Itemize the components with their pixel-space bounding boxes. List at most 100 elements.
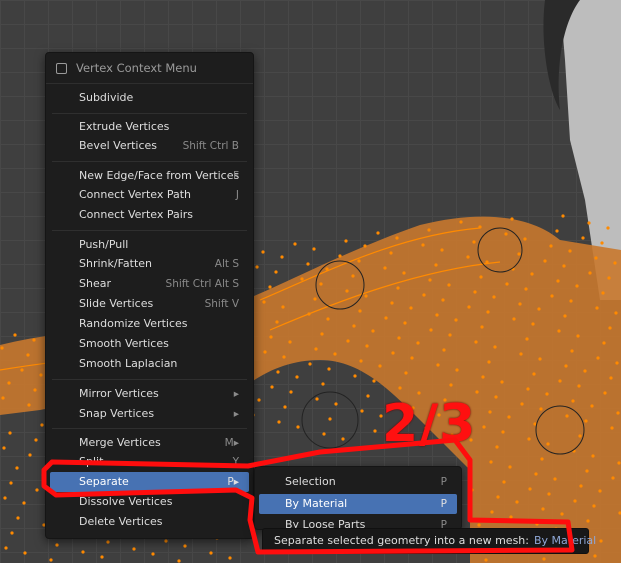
menu-item-shrink-fatten[interactable]: Shrink/Fatten Alt S	[50, 254, 249, 274]
submenu-item-by-material[interactable]: By Material P	[259, 494, 457, 514]
vertex-point	[603, 391, 607, 395]
menu-item-extrude-vertices[interactable]: Extrude Vertices	[50, 117, 249, 137]
vertex-point	[366, 394, 370, 398]
menu-item-snap-vertices[interactable]: Snap Vertices ▸	[50, 404, 249, 424]
vertex-point	[550, 294, 554, 298]
vertex-point	[282, 355, 286, 359]
vertex-point	[402, 271, 406, 275]
menu-item-dissolve-vertices[interactable]: Dissolve Vertices	[50, 492, 249, 512]
vertex-point	[586, 519, 590, 523]
vertex-point	[512, 317, 516, 321]
vertex-point	[314, 347, 318, 351]
menu-item-smooth-vertices[interactable]: Smooth Vertices	[50, 334, 249, 354]
vertex-point	[477, 523, 481, 527]
menu-item-bevel-vertices[interactable]: Bevel Vertices Shift Ctrl B	[50, 136, 249, 156]
menu-item-slide-vertices[interactable]: Slide Vertices Shift V	[50, 294, 249, 314]
vertex-point	[373, 429, 377, 433]
menu-item-label: Push/Pull	[79, 238, 129, 251]
vertex-point	[132, 547, 136, 551]
menu-item-push-pull[interactable]: Push/Pull	[50, 235, 249, 255]
context-menu-title: Vertex Context Menu	[76, 61, 197, 75]
vertex-point	[584, 419, 588, 423]
vertex-point	[532, 372, 536, 376]
vertex-point	[403, 321, 407, 325]
vertex-point	[585, 469, 589, 473]
vertex-point	[320, 332, 324, 336]
menu-item-label: Subdivide	[79, 91, 134, 104]
vertex-point	[467, 305, 471, 309]
vertex-point	[538, 357, 542, 361]
vertex-point	[26, 353, 30, 357]
vertex-point	[560, 512, 564, 516]
vertex-point	[549, 244, 553, 248]
menu-item-split[interactable]: Split Y	[50, 452, 249, 472]
menu-item-mirror-vertices[interactable]: Mirror Vertices ▸	[50, 384, 249, 404]
vertex-point	[404, 371, 408, 375]
vertex-point	[520, 402, 524, 406]
vertex-point	[480, 325, 484, 329]
vertex-point	[363, 244, 367, 248]
vertex-point	[409, 306, 413, 310]
vertex-point	[561, 214, 565, 218]
step-annotation-label: 2/3	[382, 394, 477, 454]
menu-item-connect-vertex-pairs[interactable]: Connect Vertex Pairs	[50, 205, 249, 225]
vertex-point	[312, 247, 316, 251]
vertex-point	[454, 318, 458, 322]
menu-item-smooth-laplacian[interactable]: Smooth Laplacian	[50, 354, 249, 374]
vertex-point	[4, 546, 8, 550]
vertex-point	[614, 311, 618, 315]
vertex-point	[557, 329, 561, 333]
vertex-point	[288, 340, 292, 344]
vertex-point	[410, 356, 414, 360]
menu-item-subdivide[interactable]: Subdivide	[50, 88, 249, 108]
vertex-point	[545, 392, 549, 396]
menu-separator	[52, 230, 247, 231]
vertex-point	[601, 291, 605, 295]
vertex-point	[429, 328, 433, 332]
vertex-point	[607, 276, 611, 280]
vertex-point	[358, 309, 362, 313]
vertex-point	[449, 383, 453, 387]
vertex-point	[352, 324, 356, 328]
vertex-point	[578, 434, 582, 438]
vertex-point	[372, 379, 376, 383]
vertex-point	[517, 252, 521, 256]
menu-item-merge-vertices[interactable]: Merge Vertices M▸	[50, 433, 249, 453]
menu-item-label: Randomize Vertices	[79, 317, 188, 330]
menu-item-label: Bevel Vertices	[79, 139, 158, 152]
menu-item-shear[interactable]: Shear Shift Ctrl Alt S	[50, 274, 249, 294]
vertex-point	[346, 339, 350, 343]
vertex-point	[315, 397, 319, 401]
vertex-point	[416, 341, 420, 345]
vertex-point	[322, 432, 326, 436]
menu-item-connect-vertex-path[interactable]: Connect Vertex Path J	[50, 185, 249, 205]
vertex-point	[383, 266, 387, 270]
vertex-point	[535, 522, 539, 526]
vertex-point	[276, 370, 280, 374]
vertex-point	[427, 228, 431, 232]
vertex-point	[470, 488, 474, 492]
menu-item-shortcut: Shift Ctrl Alt S	[165, 278, 239, 290]
vertex-point	[275, 320, 279, 324]
vertex-point	[359, 359, 363, 363]
vertex-point	[440, 248, 444, 252]
vertex-point	[568, 249, 572, 253]
menu-item-separate[interactable]: Separate P▸	[50, 472, 249, 492]
vertex-point	[543, 259, 547, 263]
vertex-point	[376, 231, 380, 235]
vertex-point	[576, 334, 580, 338]
vertex-point	[351, 274, 355, 278]
tooltip-text: Separate selected geometry into a new me…	[274, 534, 529, 547]
submenu-item-selection[interactable]: Selection P	[259, 472, 457, 492]
vertex-point	[262, 300, 266, 304]
vertex-point	[396, 286, 400, 290]
vertex-point	[541, 507, 545, 511]
menu-separator	[52, 161, 247, 162]
vertex-point	[502, 480, 506, 484]
menu-item-delete-vertices[interactable]: Delete Vertices	[50, 512, 249, 532]
menu-item-label: Delete Vertices	[79, 515, 163, 528]
vertex-point	[546, 442, 550, 446]
menu-item-new-edge-face[interactable]: New Edge/Face from Vertices F	[50, 166, 249, 186]
menu-item-label: Extrude Vertices	[79, 120, 170, 133]
menu-item-randomize-vertices[interactable]: Randomize Vertices	[50, 314, 249, 334]
